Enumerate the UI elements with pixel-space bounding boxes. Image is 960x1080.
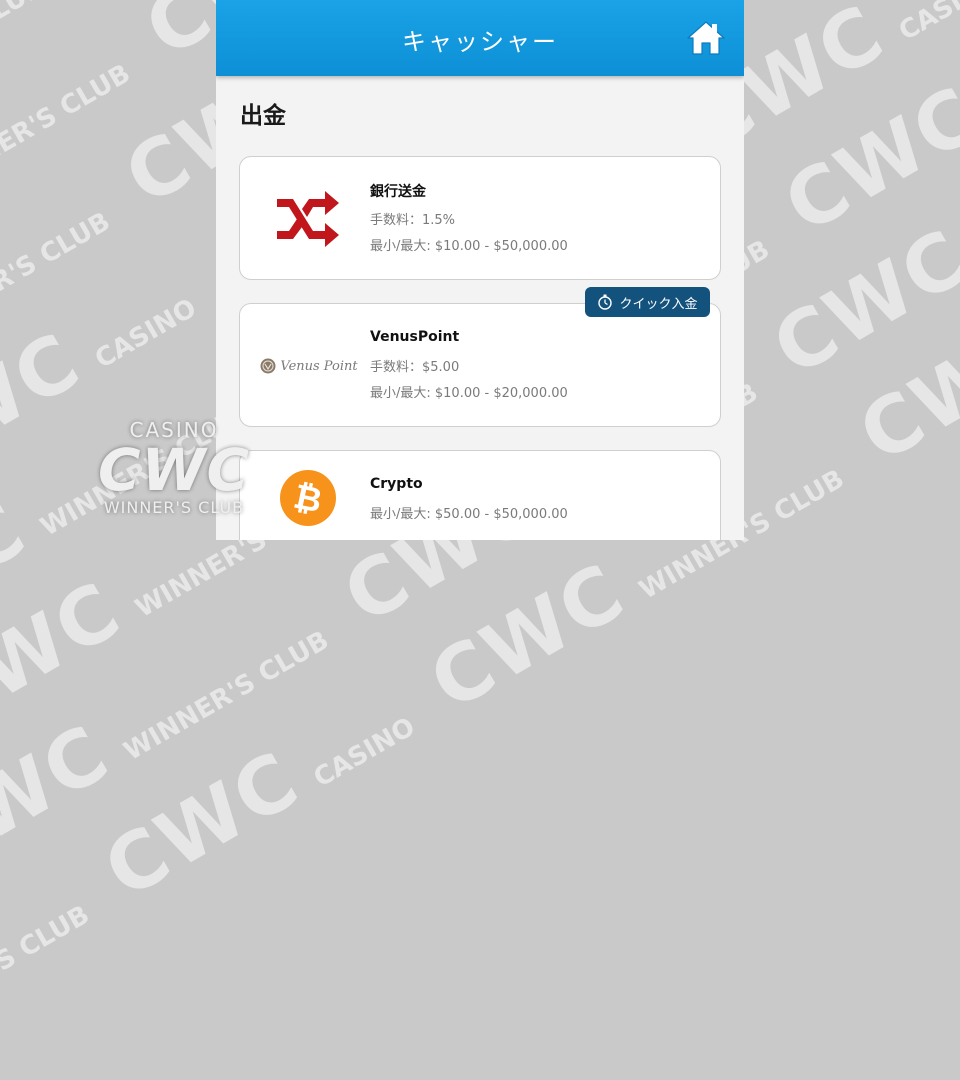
method-card-venuspoint[interactable]: Venus Point VenusPoint 手数料：$5.00 最小/最大: … [239,303,721,427]
logo-winners-club-text: WINNER'S CLUB [103,498,245,517]
venus-point-logo-text: Venus Point [280,358,358,374]
method-limits: 最小/最大: $10.00 - $20,000.00 [370,386,568,401]
home-icon [687,21,725,55]
bitcoin-icon: ₿ [258,465,358,531]
method-card-bank-transfer[interactable]: 銀行送金 手数料：1.5% 最小/最大: $10.00 - $50,000.00 [239,156,721,280]
stopwatch-icon [598,294,613,310]
venus-point-logo: Venus Point [254,326,364,406]
method-name: Crypto [370,476,423,492]
app-header: キャッシャー [216,0,744,76]
method-name: VenusPoint [370,329,460,345]
method-fee: 手数料：$5.00 [370,360,460,375]
shuffle-arrows-icon [258,179,358,259]
method-card-crypto[interactable]: ₿ Crypto 最小/最大: $50.00 - $50,000.00 [239,450,721,540]
method-name: 銀行送金 [370,184,426,200]
page-title: キャッシャー [402,28,558,56]
method-fee: 手数料：1.5% [370,213,456,228]
method-limits: 最小/最大: $10.00 - $50,000.00 [370,239,568,254]
logo-cwc-text: CWC [97,436,251,504]
home-button[interactable] [686,18,726,58]
section-title: 出金 [240,103,286,129]
quick-deposit-badge[interactable]: クイック入金 [585,287,710,317]
method-limits: 最小/最大: $50.00 - $50,000.00 [370,507,568,522]
cwc-logo: CASINO CWC WINNER'S CLUB [84,418,264,517]
cashier-screen: キャッシャー 出金 銀行送金 手数料：1.5% 最小/最大: $10.00 - … [216,0,744,540]
quick-deposit-label: クイック入金 [619,296,698,312]
